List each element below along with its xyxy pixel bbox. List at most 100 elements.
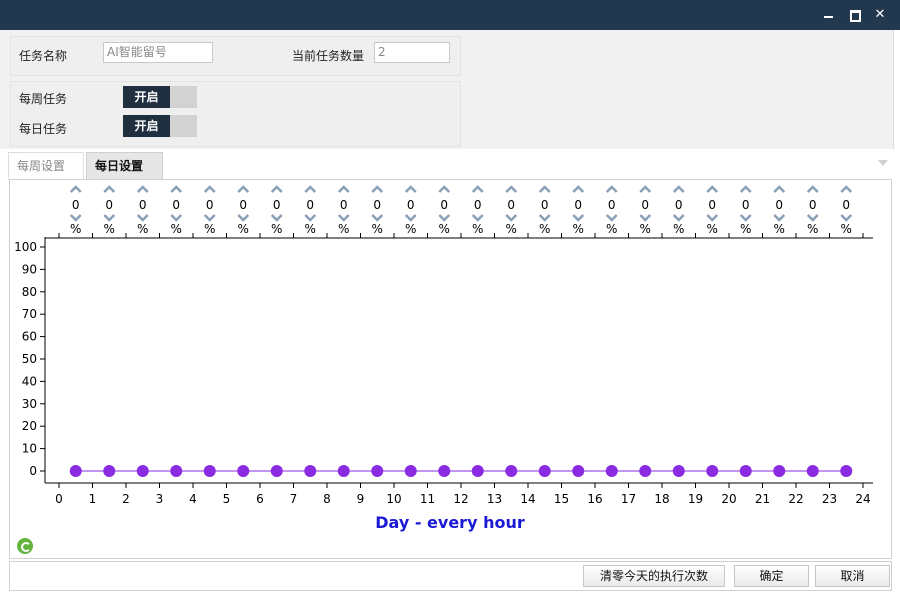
hour-unit-label: % (137, 222, 148, 236)
increase-chevron-icon[interactable] (304, 185, 317, 193)
x-tick-label: 3 (156, 492, 164, 506)
hour-value-label: 0 (239, 198, 247, 212)
data-point (270, 465, 283, 477)
decrease-chevron-icon[interactable] (237, 214, 250, 222)
decrease-chevron-icon[interactable] (103, 214, 116, 222)
increase-chevron-icon[interactable] (103, 185, 116, 193)
hour-value-label: 0 (608, 198, 616, 212)
x-tick-label: 22 (788, 492, 803, 506)
decrease-chevron-icon[interactable] (505, 214, 518, 222)
decrease-chevron-icon[interactable] (538, 214, 551, 222)
x-tick-label: 11 (420, 492, 435, 506)
increase-chevron-icon[interactable] (237, 185, 250, 193)
increase-chevron-icon[interactable] (538, 185, 551, 193)
increase-chevron-icon[interactable] (404, 185, 417, 193)
hour-unit-label: % (70, 222, 81, 236)
increase-chevron-icon[interactable] (505, 185, 518, 193)
y-tick-label: 40 (22, 374, 37, 388)
increase-chevron-icon[interactable] (605, 185, 618, 193)
hour-unit-label: % (372, 222, 383, 236)
clear-today-count-button[interactable]: 清零今天的执行次数 (583, 565, 725, 587)
x-tick-label: 15 (554, 492, 569, 506)
y-tick-label: 80 (22, 285, 37, 299)
decrease-chevron-icon[interactable] (806, 214, 819, 222)
data-point (639, 465, 652, 477)
decrease-chevron-icon[interactable] (69, 214, 82, 222)
decrease-chevron-icon[interactable] (706, 214, 719, 222)
increase-chevron-icon[interactable] (806, 185, 819, 193)
increase-chevron-icon[interactable] (270, 185, 283, 193)
decrease-chevron-icon[interactable] (337, 214, 350, 222)
hour-value-label: 0 (809, 198, 817, 212)
hour-unit-label: % (707, 222, 718, 236)
data-point (136, 465, 149, 477)
hour-unit-label: % (807, 222, 818, 236)
hour-unit-label: % (104, 222, 115, 236)
hour-unit-label: % (841, 222, 852, 236)
increase-chevron-icon[interactable] (572, 185, 585, 193)
y-tick-label: 30 (22, 397, 37, 411)
increase-chevron-icon[interactable] (739, 185, 752, 193)
hour-unit-label: % (271, 222, 282, 236)
increase-chevron-icon[interactable] (170, 185, 183, 193)
data-point (103, 465, 116, 477)
increase-chevron-icon[interactable] (471, 185, 484, 193)
hour-value-label: 0 (675, 198, 683, 212)
hourly-chart: 01020304050607080901000 1 2 3 4 5 6 7 8 9 10 11 12 13… (14, 185, 873, 532)
hour-value-label: 0 (139, 198, 147, 212)
decrease-chevron-icon[interactable] (371, 214, 384, 222)
decrease-chevron-icon[interactable] (639, 214, 652, 222)
increase-chevron-icon[interactable] (639, 185, 652, 193)
x-tick-label: 12 (453, 492, 468, 506)
decrease-chevron-icon[interactable] (840, 214, 853, 222)
increase-chevron-icon[interactable] (203, 185, 216, 193)
increase-chevron-icon[interactable] (773, 185, 786, 193)
x-tick-label: 0 (55, 492, 63, 506)
increase-chevron-icon[interactable] (706, 185, 719, 193)
decrease-chevron-icon[interactable] (739, 214, 752, 222)
increase-chevron-icon[interactable] (337, 185, 350, 193)
y-tick-label: 20 (22, 419, 37, 433)
increase-chevron-icon[interactable] (136, 185, 149, 193)
decrease-chevron-icon[interactable] (170, 214, 183, 222)
data-point (337, 465, 350, 477)
x-tick-label: 10 (386, 492, 401, 506)
hour-unit-label: % (204, 222, 215, 236)
hour-value-label: 0 (641, 198, 649, 212)
y-tick-label: 70 (22, 307, 37, 321)
decrease-chevron-icon[interactable] (773, 214, 786, 222)
decrease-chevron-icon[interactable] (270, 214, 283, 222)
hour-value-label: 0 (842, 198, 850, 212)
footer-bar: 清零今天的执行次数 确定 取消 (9, 561, 892, 591)
x-tick-label: 5 (223, 492, 231, 506)
refresh-icon[interactable] (17, 538, 33, 554)
data-point (371, 465, 384, 477)
x-tick-label: 20 (721, 492, 736, 506)
ok-button[interactable]: 确定 (734, 565, 809, 587)
data-point (538, 465, 551, 477)
increase-chevron-icon[interactable] (438, 185, 451, 193)
x-tick-label: 17 (621, 492, 636, 506)
increase-chevron-icon[interactable] (672, 185, 685, 193)
increase-chevron-icon[interactable] (371, 185, 384, 193)
decrease-chevron-icon[interactable] (471, 214, 484, 222)
increase-chevron-icon[interactable] (69, 185, 82, 193)
decrease-chevron-icon[interactable] (672, 214, 685, 222)
y-tick-label: 50 (22, 352, 37, 366)
x-tick-label: 4 (189, 492, 197, 506)
hour-value-label: 0 (574, 198, 582, 212)
decrease-chevron-icon[interactable] (404, 214, 417, 222)
data-point (672, 465, 685, 477)
cancel-button[interactable]: 取消 (815, 565, 890, 587)
decrease-chevron-icon[interactable] (203, 214, 216, 222)
decrease-chevron-icon[interactable] (572, 214, 585, 222)
decrease-chevron-icon[interactable] (605, 214, 618, 222)
data-point (773, 465, 786, 477)
decrease-chevron-icon[interactable] (438, 214, 451, 222)
data-point (505, 465, 518, 477)
decrease-chevron-icon[interactable] (136, 214, 149, 222)
hour-unit-label: % (171, 222, 182, 236)
increase-chevron-icon[interactable] (840, 185, 853, 193)
decrease-chevron-icon[interactable] (304, 214, 317, 222)
hour-value-label: 0 (273, 198, 281, 212)
